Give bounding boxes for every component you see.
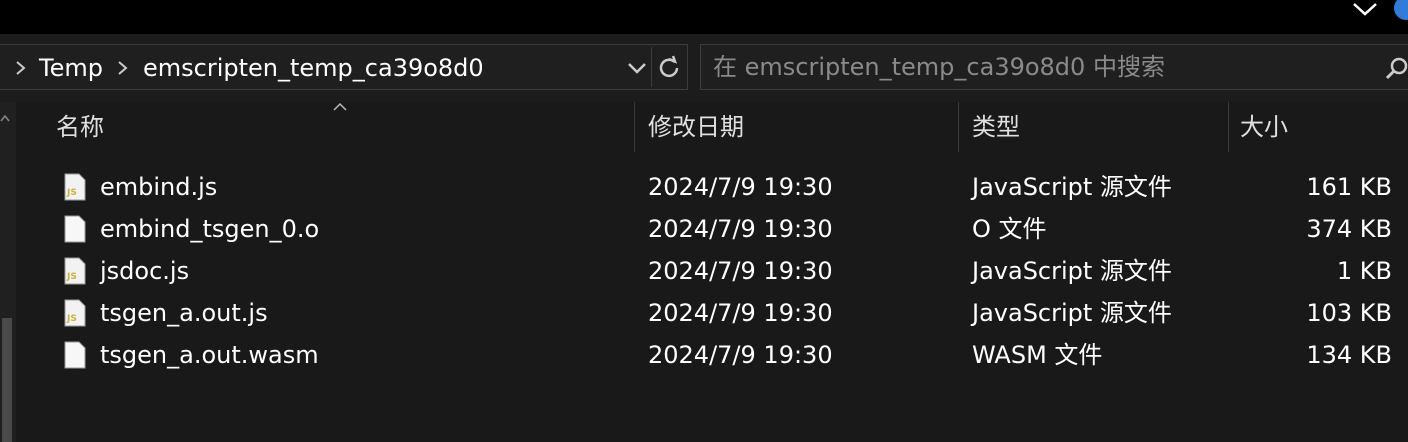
file-type: JavaScript 源文件 xyxy=(972,257,1172,285)
title-bar xyxy=(0,0,1408,34)
address-bar[interactable]: Temp emscripten_temp_ca39o8d0 xyxy=(0,44,688,90)
file-type: JavaScript 源文件 xyxy=(972,299,1172,327)
file-modified: 2024/7/9 19:30 xyxy=(648,341,833,369)
file-name[interactable]: tsgen_a.out.wasm xyxy=(100,340,319,370)
navigation-bar: Temp emscripten_temp_ca39o8d0 在 emscript… xyxy=(0,34,1408,102)
svg-text:JS: JS xyxy=(66,272,77,282)
file-row[interactable]: tsgen_a.out.wasm 2024/7/9 19:30 WASM 文件 … xyxy=(16,334,1408,376)
svg-text:JS: JS xyxy=(66,188,77,198)
file-type: O 文件 xyxy=(972,215,1047,243)
chevron-right-icon[interactable] xyxy=(115,59,131,77)
file-row[interactable]: embind_tsgen_0.o 2024/7/9 19:30 O 文件 374… xyxy=(16,208,1408,250)
file-type: JavaScript 源文件 xyxy=(972,173,1172,201)
sort-ascending-icon xyxy=(333,102,347,111)
file-name[interactable]: tsgen_a.out.js xyxy=(100,298,268,328)
file-size: 134 KB xyxy=(1306,341,1392,369)
navigation-pane-scrollbar[interactable] xyxy=(0,102,16,442)
file-modified: 2024/7/9 19:30 xyxy=(648,257,833,285)
breadcrumb-current-folder[interactable]: emscripten_temp_ca39o8d0 xyxy=(143,53,484,83)
js-file-icon: JS xyxy=(64,173,86,201)
column-header-size[interactable]: 大小 xyxy=(1240,112,1288,142)
scroll-up-icon[interactable] xyxy=(0,112,10,124)
file-size: 374 KB xyxy=(1306,215,1392,243)
blank-file-icon xyxy=(64,341,86,369)
refresh-icon[interactable] xyxy=(655,54,685,82)
chevron-right-icon[interactable] xyxy=(13,59,29,77)
file-modified: 2024/7/9 19:30 xyxy=(648,173,833,201)
expand-ribbon-icon[interactable] xyxy=(1350,0,1380,20)
svg-text:JS: JS xyxy=(66,314,77,324)
file-row[interactable]: JS jsdoc.js 2024/7/9 19:30 JavaScript 源文… xyxy=(16,250,1408,292)
file-modified: 2024/7/9 19:30 xyxy=(648,215,833,243)
file-modified: 2024/7/9 19:30 xyxy=(648,299,833,327)
breadcrumb-temp[interactable]: Temp xyxy=(39,53,103,83)
file-row[interactable]: JS embind.js 2024/7/9 19:30 JavaScript 源… xyxy=(16,166,1408,208)
search-box[interactable]: 在 emscripten_temp_ca39o8d0 中搜索 xyxy=(700,44,1408,90)
file-name[interactable]: jsdoc.js xyxy=(100,256,189,286)
blank-file-icon xyxy=(64,215,86,243)
file-size: 1 KB xyxy=(1336,257,1392,285)
file-size: 161 KB xyxy=(1306,173,1392,201)
help-icon[interactable] xyxy=(1394,0,1408,20)
search-icon[interactable] xyxy=(1383,55,1408,83)
column-divider[interactable] xyxy=(1228,102,1229,152)
file-name[interactable]: embind_tsgen_0.o xyxy=(100,214,319,244)
file-row[interactable]: JS tsgen_a.out.js 2024/7/9 19:30 JavaScr… xyxy=(16,292,1408,334)
column-header-type[interactable]: 类型 xyxy=(972,112,1020,142)
column-header-modified[interactable]: 修改日期 xyxy=(648,112,744,142)
column-header-name[interactable]: 名称 xyxy=(56,112,104,142)
js-file-icon: JS xyxy=(64,299,86,327)
js-file-icon: JS xyxy=(64,257,86,285)
file-size: 103 KB xyxy=(1306,299,1392,327)
file-list-area: 名称 修改日期 类型 大小 JS embind.js 2024/7/9 19:3… xyxy=(0,102,1408,442)
search-input[interactable]: 在 emscripten_temp_ca39o8d0 中搜索 xyxy=(713,52,1165,82)
column-divider[interactable] xyxy=(634,102,635,152)
scrollbar-thumb[interactable] xyxy=(2,318,12,442)
divider xyxy=(651,47,652,87)
column-header-row: 名称 修改日期 类型 大小 xyxy=(16,102,1408,152)
column-divider[interactable] xyxy=(958,102,959,152)
file-name[interactable]: embind.js xyxy=(100,172,217,202)
file-type: WASM 文件 xyxy=(972,341,1103,369)
chevron-down-icon[interactable] xyxy=(623,57,651,79)
